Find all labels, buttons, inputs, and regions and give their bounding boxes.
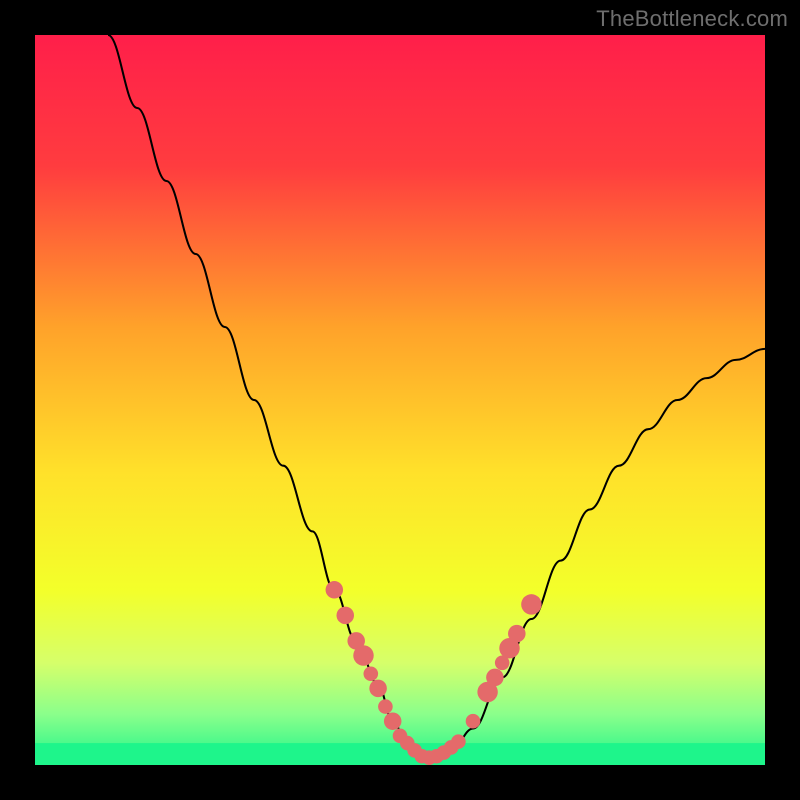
data-marker [326, 581, 344, 599]
data-marker [451, 734, 466, 749]
data-marker [486, 669, 504, 687]
data-marker [369, 680, 387, 698]
data-marker [384, 712, 402, 730]
chart-frame: TheBottleneck.com [0, 0, 800, 800]
data-marker [336, 607, 354, 625]
data-marker [378, 699, 393, 714]
data-marker [521, 594, 541, 614]
data-marker [508, 625, 526, 643]
data-marker [466, 714, 481, 729]
bottleneck-chart [35, 35, 765, 765]
data-marker [353, 645, 373, 665]
green-band [35, 743, 765, 765]
watermark-text: TheBottleneck.com [596, 6, 788, 32]
gradient-background [35, 35, 765, 765]
data-marker [364, 666, 379, 681]
